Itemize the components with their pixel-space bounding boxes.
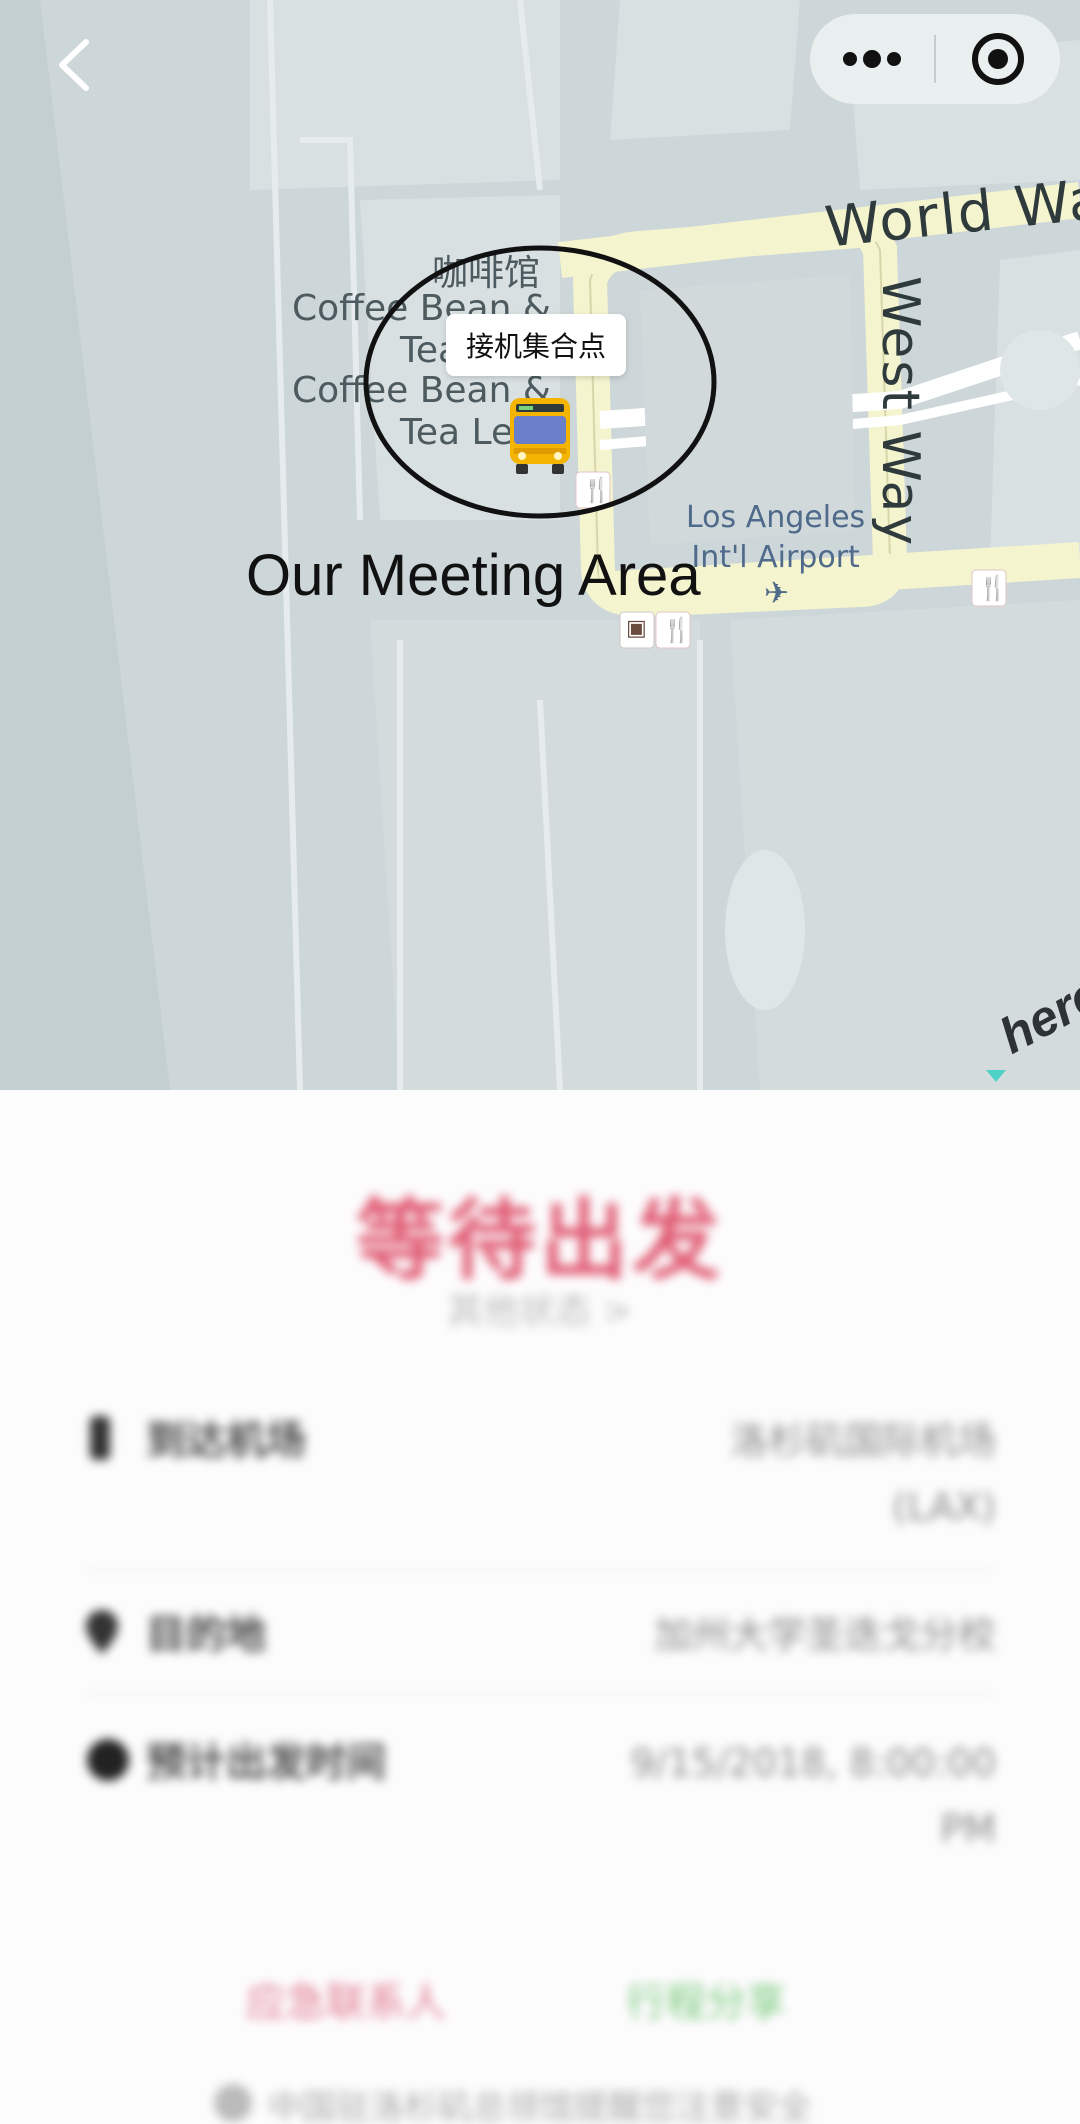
trip-status-panel: 等待出发 其他状态 > 到达机场 洛杉矶国际机场 (LAX) 目的地 加州大学圣… — [0, 1090, 1080, 2124]
clock-icon — [87, 1739, 129, 1781]
departure-time-row: 预计出发时间 9/15/2018, 8:00:00 PM — [86, 1730, 996, 1880]
more-dots-icon — [843, 50, 901, 68]
back-button[interactable] — [48, 30, 108, 100]
destination-row: 目的地 加州大学圣迭戈分校 — [86, 1602, 996, 1682]
road-label-west-way: West Way — [870, 276, 930, 548]
departure-time-value-line2: PM — [940, 1807, 996, 1851]
footer-notice: 中国驻洛杉矶总领馆提醒您注意安全 — [268, 2088, 812, 2124]
phone-icon — [90, 1416, 110, 1460]
here-logo-mark — [986, 1070, 1006, 1082]
more-button[interactable] — [810, 14, 934, 104]
arrival-airport-value-line1: 洛杉矶国际机场 — [729, 1419, 996, 1463]
blurred-content: 等待出发 其他状态 > 到达机场 洛杉矶国际机场 (LAX) 目的地 加州大学圣… — [0, 1090, 1080, 2124]
share-trip-button[interactable]: 行程分享 — [626, 1970, 786, 2028]
emergency-contact-button[interactable]: 应急联系人 — [246, 1970, 446, 2028]
row-divider — [86, 1694, 996, 1696]
info-icon — [214, 2084, 252, 2122]
miniprogram-capsule — [810, 14, 1060, 104]
meeting-area-ellipse — [363, 245, 717, 519]
target-circle-icon — [972, 33, 1024, 85]
meeting-area-annotation: Our Meeting Area — [246, 543, 701, 608]
bus-icon[interactable] — [506, 396, 574, 476]
arrival-airport-value-line2: (LAX) — [892, 1485, 996, 1529]
atm-icon: ▣ — [626, 616, 647, 641]
destination-value: 加州大学圣迭戈分校 — [576, 1602, 996, 1668]
map-view[interactable]: 🍴 ▣ 🍴 🍴 ✈ 咖啡馆 Coffee Bean & Tea Le Coffe… — [0, 0, 1080, 1090]
arrival-airport-label: 到达机场 — [146, 1418, 306, 1464]
arrival-airport-value: 洛杉矶国际机场 (LAX) — [576, 1408, 996, 1540]
chevron-left-icon — [59, 39, 89, 91]
departure-time-value: 9/15/2018, 8:00:00 PM — [576, 1730, 997, 1862]
close-miniprogram-button[interactable] — [936, 14, 1060, 104]
row-divider — [86, 1568, 996, 1570]
location-pin-icon — [86, 1610, 118, 1654]
poi-airport-line2: Int'l Airport — [691, 540, 860, 575]
other-status-link[interactable]: 其他状态 > — [0, 1282, 1080, 1334]
restaurant-icon: 🍴 — [978, 574, 1008, 602]
destination-value-line1: 加州大学圣迭戈分校 — [653, 1613, 996, 1657]
airplane-icon: ✈ — [764, 576, 790, 611]
departure-time-label: 预计出发时间 — [146, 1740, 386, 1786]
status-title: 等待出发 — [355, 1189, 724, 1292]
destination-label: 目的地 — [146, 1612, 266, 1658]
restaurant-icon: 🍴 — [662, 616, 692, 644]
pickup-point-bubble[interactable]: 接机集合点 — [446, 314, 627, 376]
departure-time-value-line1: 9/15/2018, 8:00:00 — [630, 1741, 997, 1785]
arrival-airport-row: 到达机场 洛杉矶国际机场 (LAX) — [86, 1408, 996, 1558]
